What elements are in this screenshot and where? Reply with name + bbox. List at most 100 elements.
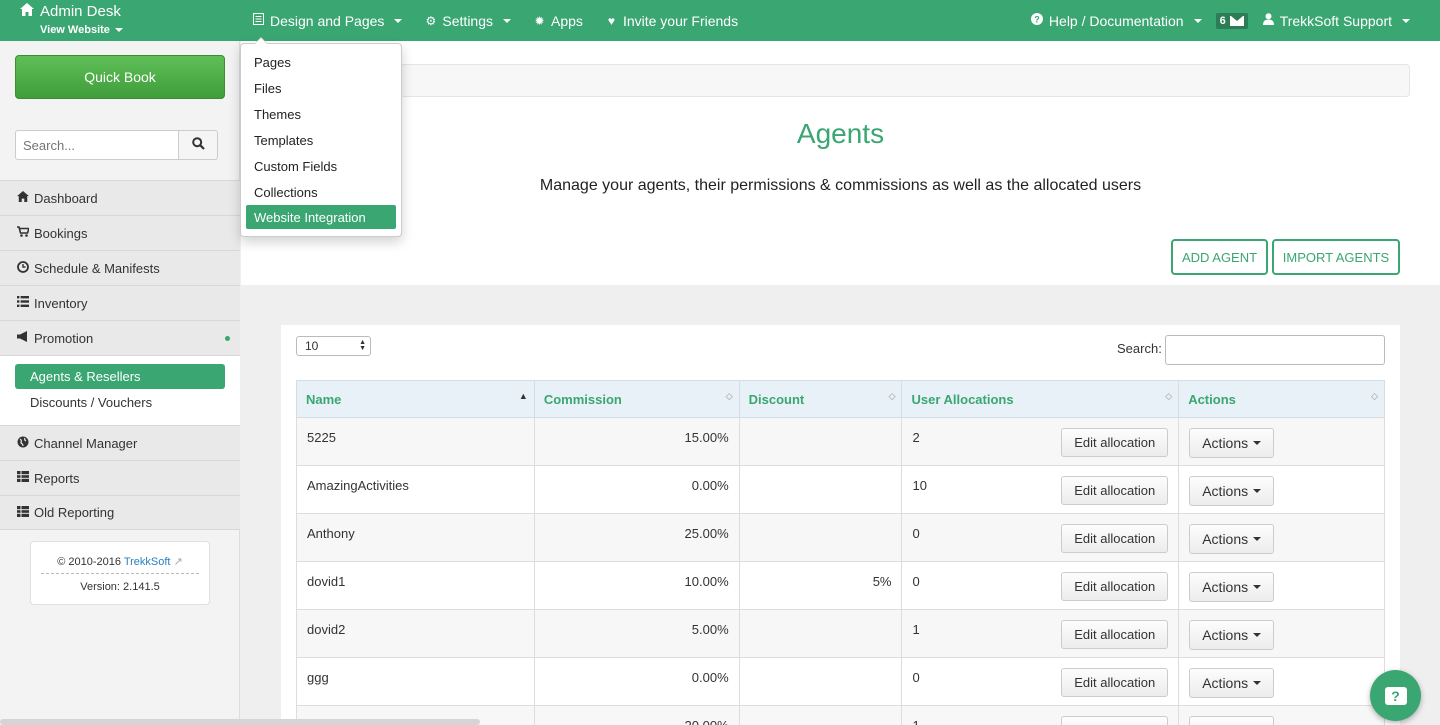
help-chat-button[interactable]: ? — [1370, 670, 1421, 721]
top-right-nav: ? Help / Documentation 6 TrekkSoft Suppo… — [1031, 0, 1410, 41]
table-search-input[interactable] — [1165, 335, 1385, 365]
cell-name: dovid1 — [296, 561, 535, 610]
nav-settings[interactable]: ⚙ Settings — [424, 13, 512, 29]
chevron-down-icon — [1253, 489, 1262, 493]
cell-commission: 15.00% — [533, 417, 740, 466]
view-website-link[interactable]: View Website — [40, 24, 123, 36]
heart-icon: ♥ — [607, 13, 615, 28]
sort-icon: ◇ — [725, 391, 733, 401]
megaphone-icon — [16, 331, 29, 345]
sidebar-item-channel-manager[interactable]: Channel Manager — [0, 425, 240, 460]
cell-commission: 25.00% — [533, 513, 740, 562]
cell-discount — [738, 657, 903, 706]
cell-name: Anthony — [296, 513, 535, 562]
brand-title: Admin Desk — [40, 2, 121, 20]
quick-book-button[interactable]: Quick Book — [15, 55, 225, 99]
cell-name: AmazingActivities — [296, 465, 535, 514]
external-link-icon: ↗ — [173, 556, 183, 568]
table-icon — [16, 505, 29, 520]
actions-dropdown-button[interactable]: Actions — [1189, 716, 1275, 725]
messages-badge[interactable]: 6 — [1215, 12, 1248, 29]
cell-discount — [738, 465, 903, 514]
page-title: Agents — [796, 118, 885, 149]
actions-dropdown-button[interactable]: Actions — [1189, 572, 1275, 602]
nav-invite-friends[interactable]: ♥ Invite your Friends — [605, 13, 738, 29]
page-length-select[interactable]: 10 ▲ ▼ — [296, 336, 371, 356]
cell-discount — [738, 705, 903, 725]
sidebar-search-input[interactable] — [15, 130, 179, 160]
sidebar-item-bookings[interactable]: Bookings — [0, 215, 240, 250]
trekksoft-link[interactable]: TrekkSoft — [124, 556, 171, 568]
table-row: 5225 15.00% 2 Edit allocation Actions — [296, 417, 1385, 466]
sidebar-item-schedule[interactable]: Schedule & Manifests — [0, 250, 240, 285]
top-bar: Admin Desk View Website Design and Pages… — [0, 0, 1440, 41]
sidebar-subitem-agents-resellers[interactable]: Agents & Resellers — [15, 364, 225, 389]
edit-allocation-button[interactable]: Edit allocation — [1061, 428, 1169, 457]
chevron-down-icon — [1253, 633, 1262, 637]
cell-actions: Actions — [1178, 561, 1385, 610]
cell-actions: Actions — [1178, 705, 1385, 725]
copyright: © 2010-2016 TrekkSoft ↗ — [57, 556, 183, 568]
menu-item-custom-fields[interactable]: Custom Fields — [241, 153, 401, 179]
edit-allocation-button[interactable]: Edit allocation — [1061, 476, 1169, 505]
sidebar: Quick Book Dashboard Bookings Schedule &… — [0, 41, 240, 725]
cell-actions: Actions — [1178, 657, 1385, 706]
agents-table: Name ▲ Commission ◇ Discount ◇ User Allocat… — [296, 380, 1385, 725]
chevron-down-icon — [1253, 441, 1262, 445]
actions-dropdown-button[interactable]: Actions — [1189, 620, 1275, 650]
version-text: Version: 2.141.5 — [80, 581, 160, 593]
menu-item-templates[interactable]: Templates — [241, 127, 401, 153]
actions-dropdown-button[interactable]: Actions — [1189, 668, 1275, 698]
column-header-user-allocations[interactable]: User Allocations ◇ — [901, 380, 1180, 418]
actions-dropdown-button[interactable]: Actions — [1189, 524, 1275, 554]
sidebar-item-dashboard[interactable]: Dashboard — [0, 180, 240, 215]
brand[interactable]: Admin Desk View Website — [20, 3, 123, 36]
actions-dropdown-button[interactable]: Actions — [1189, 476, 1275, 506]
side-menu: Dashboard Bookings Schedule & Manifests … — [0, 180, 240, 530]
cell-user-allocations: 0 Edit allocation — [901, 513, 1180, 562]
edit-allocation-button[interactable]: Edit allocation — [1061, 524, 1169, 553]
column-header-actions[interactable]: Actions ◇ — [1178, 380, 1385, 418]
nav-design-and-pages[interactable]: Design and Pages — [252, 13, 403, 29]
edit-allocation-button[interactable]: Edit allocation — [1061, 572, 1169, 601]
add-agent-button[interactable]: ADD AGENT — [1171, 239, 1268, 275]
user-menu[interactable]: TrekkSoft Support — [1262, 13, 1410, 29]
envelope-icon — [1229, 15, 1244, 26]
chevron-down-icon — [1253, 537, 1262, 541]
menu-item-pages[interactable]: Pages — [241, 49, 401, 75]
column-header-commission[interactable]: Commission ◇ — [533, 380, 740, 418]
help-documentation-menu[interactable]: ? Help / Documentation — [1031, 13, 1202, 29]
column-header-name[interactable]: Name ▲ — [296, 380, 535, 418]
chevron-down-icon — [394, 18, 403, 23]
table-row: AmazingActivities 0.00% 10 Edit allocation A… — [296, 465, 1385, 514]
cell-user-allocations: 0 Edit allocation — [901, 561, 1180, 610]
edit-allocation-button[interactable]: Edit allocation — [1061, 668, 1169, 697]
column-header-discount[interactable]: Discount ◇ — [738, 380, 903, 418]
import-agents-button[interactable]: IMPORT AGENTS — [1272, 239, 1400, 275]
sidebar-item-old-reporting[interactable]: Old Reporting — [0, 495, 240, 530]
sidebar-item-reports[interactable]: Reports — [0, 460, 240, 495]
edit-allocation-button[interactable]: Edit allocation — [1061, 716, 1169, 725]
main-nav: Design and Pages ⚙ Settings ✹ Apps ♥ Inv… — [252, 0, 738, 41]
sidebar-subitem-discounts-vouchers[interactable]: Discounts / Vouchers — [15, 389, 225, 415]
cell-user-allocations: 0 Edit allocation — [901, 657, 1180, 706]
home-icon — [16, 191, 29, 205]
sidebar-item-inventory[interactable]: Inventory — [0, 285, 240, 320]
sidebar-search — [15, 130, 218, 160]
cell-commission: 0.00% — [533, 465, 740, 514]
horizontal-scrollbar[interactable] — [0, 719, 480, 725]
actions-dropdown-button[interactable]: Actions — [1189, 428, 1275, 458]
sort-icon: ◇ — [888, 391, 896, 401]
cell-discount — [738, 609, 903, 658]
page-description: Manage your agents, their permissions & … — [539, 177, 1142, 194]
nav-apps[interactable]: ✹ Apps — [533, 13, 582, 29]
chevron-down-icon — [1402, 18, 1410, 23]
menu-item-collections[interactable]: Collections — [241, 179, 401, 205]
menu-item-website-integration[interactable]: Website Integration — [246, 205, 396, 229]
menu-item-themes[interactable]: Themes — [241, 101, 401, 127]
edit-allocation-button[interactable]: Edit allocation — [1061, 620, 1169, 649]
sidebar-item-promotion[interactable]: Promotion — [0, 320, 240, 355]
menu-item-files[interactable]: Files — [241, 75, 401, 101]
search-button[interactable] — [179, 130, 218, 160]
globe-icon — [16, 436, 29, 451]
